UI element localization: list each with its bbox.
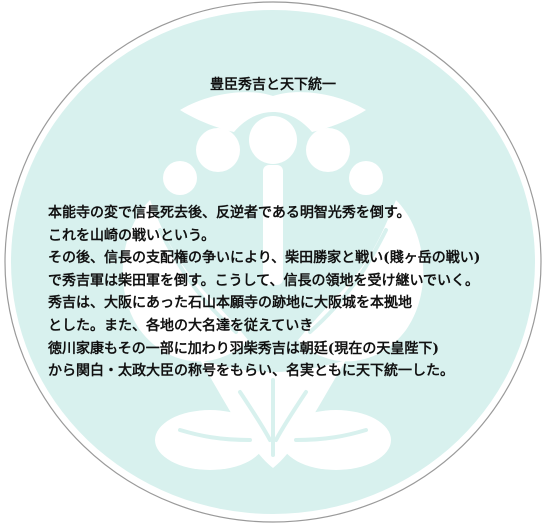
text-line: 徳川家康もその一部に加わり羽柴秀吉は朝廷(現在の天皇陛下): [48, 340, 439, 357]
text-line: その後、信長の支配権の争いにより、柴田勝家と戦い(賤ヶ岳の戦い): [48, 250, 481, 267]
slide: 豊臣秀吉と天下統一 本能寺の変で信長死去後、反逆者である明智光秀を倒す。 これを…: [0, 0, 546, 531]
text-line: 秀吉は、大阪にあった石山本願寺の跡地に大阪城を本拠地: [48, 295, 412, 312]
text-line: とした。また、各地の大名達を従えていき: [48, 317, 314, 334]
text-line: から関白・太政大臣の称号をもらい、名実ともに天下統一した。: [48, 363, 454, 380]
text-line: 本能寺の変で信長死去後、反逆者である明智光秀を倒す。: [48, 205, 411, 221]
page-title: 豊臣秀吉と天下統一: [210, 77, 336, 93]
text-line: これを山崎の戦いという。: [48, 227, 216, 244]
body-text: 本能寺の変で信長死去後、反逆者である明智光秀を倒す。 これを山崎の戦いという。 …: [48, 202, 543, 383]
text-line: で秀吉軍は柴田軍を倒す。こうして、信長の領地を受け継いでいく。: [48, 272, 480, 289]
